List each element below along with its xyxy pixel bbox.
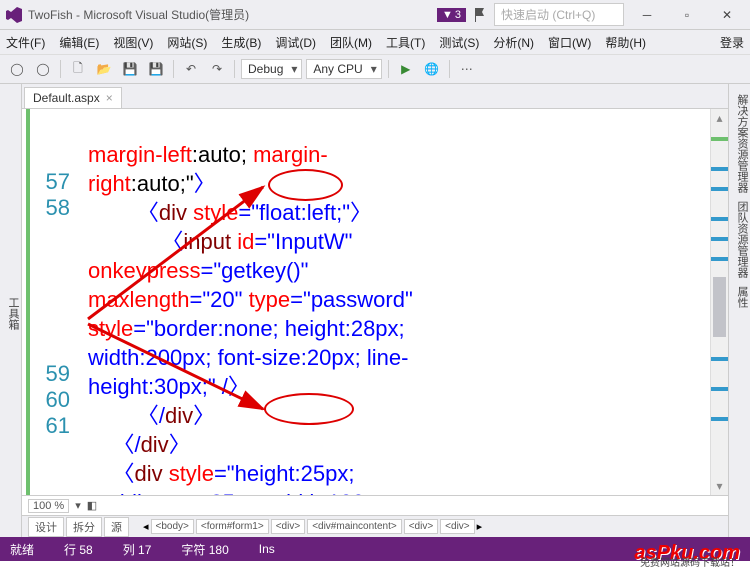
menu-tools[interactable]: 工具(T) <box>386 34 425 51</box>
crumb-nav-left-icon[interactable]: ◂ <box>143 520 149 533</box>
tab-design[interactable]: 设计 <box>28 517 64 537</box>
code-content[interactable]: margin-left:auto; margin- right:auto;"〉 … <box>78 109 710 495</box>
new-project-icon[interactable]: 🗋 <box>67 58 89 80</box>
scroll-down-icon[interactable]: ▾ <box>711 477 728 495</box>
menu-debug[interactable]: 调试(D) <box>275 34 316 51</box>
editor-tabbar: Default.aspx × <box>22 84 728 108</box>
minimize-button[interactable]: ─ <box>630 2 664 27</box>
solution-explorer-tab[interactable]: 解决方案资源管理器 <box>729 90 750 197</box>
redo-icon[interactable]: ↷ <box>206 58 228 80</box>
status-char: 字符 180 <box>181 541 228 558</box>
right-tool-tabs: 解决方案资源管理器 团队资源管理器 属性 <box>728 84 750 537</box>
open-icon[interactable]: 📂 <box>93 58 115 80</box>
close-button[interactable]: ✕ <box>710 2 744 27</box>
zoom-dropdown-icon[interactable]: ▾ <box>75 499 81 512</box>
scroll-up-icon[interactable]: ▴ <box>711 109 728 127</box>
vs-icon <box>6 7 22 23</box>
watermark-text: 免费网站源码下载站！ <box>640 554 740 569</box>
annotation-circle-1 <box>268 169 343 201</box>
tab-close-icon[interactable]: × <box>106 91 113 105</box>
menu-team[interactable]: 团队(M) <box>330 34 372 51</box>
titlebar: TwoFish - Microsoft Visual Studio(管理员) ▼… <box>0 0 750 30</box>
zoom-level[interactable]: 100 % <box>28 499 69 513</box>
breadcrumb[interactable]: <body> <box>151 519 194 534</box>
run-icon[interactable]: ▶ <box>395 58 417 80</box>
menubar: 文件(F) 编辑(E) 视图(V) 网站(S) 生成(B) 调试(D) 团队(M… <box>0 30 750 54</box>
save-icon[interactable]: 💾 <box>119 58 141 80</box>
tab-source[interactable]: 源 <box>104 517 129 537</box>
window-title: TwoFish - Microsoft Visual Studio(管理员) <box>28 6 437 23</box>
status-col: 列 17 <box>123 541 152 558</box>
team-explorer-tab[interactable]: 团队资源管理器 <box>729 197 750 282</box>
undo-icon[interactable]: ↶ <box>180 58 202 80</box>
code-editor[interactable]: 57 58 59 60 61 margin-left:auto; margin-… <box>22 108 728 495</box>
save-all-icon[interactable]: 💾 <box>145 58 167 80</box>
breadcrumb[interactable]: <div#maincontent> <box>307 519 402 534</box>
editor-view-tabs: 设计 拆分 源 ◂ <body> <form#form1> <div> <div… <box>22 515 728 537</box>
menu-test[interactable]: 测试(S) <box>439 34 479 51</box>
breadcrumb[interactable]: <form#form1> <box>196 519 269 534</box>
breadcrumb[interactable]: <div> <box>271 519 305 534</box>
menu-window[interactable]: 窗口(W) <box>548 34 591 51</box>
crumb-nav-right-icon[interactable]: ▸ <box>477 520 483 533</box>
properties-tab[interactable]: 属性 <box>729 282 750 312</box>
menu-file[interactable]: 文件(F) <box>6 34 45 51</box>
annotation-circle-2 <box>264 393 354 425</box>
vertical-scrollbar[interactable]: ▴ ▾ <box>710 109 728 495</box>
breadcrumb[interactable]: <div> <box>440 519 474 534</box>
config-dropdown[interactable]: Debug <box>241 59 302 79</box>
menu-build[interactable]: 生成(B) <box>221 34 261 51</box>
menu-help[interactable]: 帮助(H) <box>605 34 646 51</box>
menu-analyze[interactable]: 分析(N) <box>493 34 534 51</box>
forward-icon[interactable]: ◯ <box>32 58 54 80</box>
back-icon[interactable]: ◯ <box>6 58 28 80</box>
browser-icon[interactable]: 🌐 <box>421 58 443 80</box>
editor-zoombar: 100 % ▾ ◧ <box>22 495 728 515</box>
map-icon[interactable]: ◧ <box>87 499 97 512</box>
toolbar: ◯ ◯ 🗋 📂 💾 💾 ↶ ↷ Debug Any CPU ▶ 🌐 ⋯ <box>0 54 750 84</box>
unknown-icon[interactable]: ⋯ <box>456 58 478 80</box>
toolbox-panel-tab[interactable]: 工具箱 <box>0 84 22 537</box>
quick-launch-input[interactable]: 快速启动 (Ctrl+Q) <box>494 3 624 26</box>
line-gutter: 57 58 59 60 61 <box>22 109 78 495</box>
menu-site[interactable]: 网站(S) <box>167 34 207 51</box>
tab-split[interactable]: 拆分 <box>66 517 102 537</box>
menu-edit[interactable]: 编辑(E) <box>59 34 99 51</box>
status-ins: Ins <box>259 542 275 556</box>
scroll-thumb[interactable] <box>713 277 726 337</box>
maximize-button[interactable]: ▫ <box>670 2 704 27</box>
menu-view[interactable]: 视图(V) <box>113 34 153 51</box>
notification-badge[interactable]: ▼3 <box>437 8 466 22</box>
editor-tab[interactable]: Default.aspx × <box>24 87 122 108</box>
status-line: 行 58 <box>64 541 93 558</box>
breadcrumb[interactable]: <div> <box>404 519 438 534</box>
login-link[interactable]: 登录 <box>720 34 744 51</box>
tab-label: Default.aspx <box>33 91 100 105</box>
platform-dropdown[interactable]: Any CPU <box>306 59 381 79</box>
status-ready: 就绪 <box>10 541 34 558</box>
flag-icon[interactable] <box>472 7 488 23</box>
